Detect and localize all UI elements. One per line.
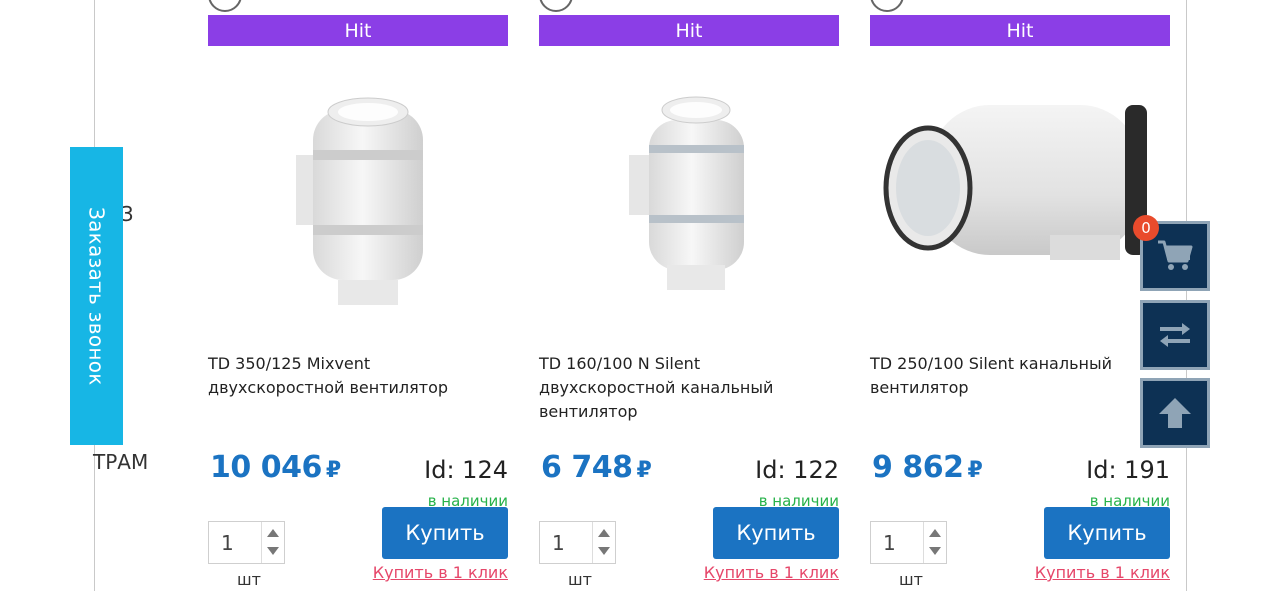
increment-icon[interactable] <box>929 529 941 537</box>
product-id: Id: 124 <box>424 456 508 484</box>
cart-icon <box>1158 240 1193 270</box>
quantity-stepper[interactable]: 1 <box>208 521 285 564</box>
price-value: 9 862 <box>872 450 964 485</box>
product-card: Hit TD 250/100 Silent канальный вентилят… <box>870 0 1170 591</box>
quantity-value[interactable]: 1 <box>883 531 896 555</box>
increment-icon[interactable] <box>267 529 279 537</box>
quantity-value[interactable]: 1 <box>552 531 565 555</box>
compare-button[interactable] <box>1140 300 1210 370</box>
page-border-right <box>1186 0 1187 591</box>
increment-icon[interactable] <box>598 529 610 537</box>
quantity-spinner[interactable] <box>261 522 284 563</box>
sidebar-fragment-bottom: ТРАМ <box>93 450 149 474</box>
quantity-stepper[interactable]: 1 <box>870 521 947 564</box>
quantity-stepper[interactable]: 1 <box>539 521 616 564</box>
buy-one-click-link[interactable]: Купить в 1 клик <box>704 563 839 582</box>
currency-symbol: ₽ <box>636 458 652 483</box>
compare-toggle[interactable] <box>208 0 242 12</box>
product-card: Hit TD 160/100 N Silent двухскоростной к… <box>539 0 839 591</box>
cart-count-badge: 0 <box>1133 215 1159 241</box>
compare-arrows-icon <box>1160 323 1190 347</box>
buy-button[interactable]: Купить <box>1044 507 1170 559</box>
callback-request-tab[interactable]: Заказать звонок <box>70 147 123 445</box>
product-id: Id: 191 <box>1086 456 1170 484</box>
decrement-icon[interactable] <box>598 547 610 555</box>
quantity-unit: шт <box>899 570 923 589</box>
quantity-unit: шт <box>237 570 261 589</box>
product-image[interactable] <box>539 60 839 315</box>
product-title[interactable]: TD 160/100 N Silent двухскоростной канал… <box>539 352 839 424</box>
product-price: 9 862 ₽ <box>872 450 983 485</box>
price-value: 10 046 <box>210 450 322 485</box>
stock-status: в наличии <box>427 492 508 507</box>
quantity-value[interactable]: 1 <box>221 531 234 555</box>
currency-symbol: ₽ <box>325 458 341 483</box>
hit-badge: Hit <box>539 15 839 46</box>
buy-button[interactable]: Купить <box>382 507 508 559</box>
buy-button[interactable]: Купить <box>713 507 839 559</box>
hit-badge: Hit <box>870 15 1170 46</box>
arrow-up-icon <box>1159 398 1191 428</box>
product-price: 10 046 ₽ <box>210 450 341 485</box>
stock-status: в наличии <box>758 492 839 507</box>
product-card: Hit TD 350/125 Mixvent двухскоростной ве… <box>208 0 508 591</box>
stock-status: в наличии <box>1089 492 1170 507</box>
quantity-unit: шт <box>568 570 592 589</box>
quantity-spinner[interactable] <box>592 522 615 563</box>
currency-symbol: ₽ <box>967 458 983 483</box>
product-price: 6 748 ₽ <box>541 450 652 485</box>
scroll-top-button[interactable] <box>1140 378 1210 448</box>
decrement-icon[interactable] <box>267 547 279 555</box>
price-value: 6 748 <box>541 450 633 485</box>
decrement-icon[interactable] <box>929 547 941 555</box>
buy-one-click-link[interactable]: Купить в 1 клик <box>1035 563 1170 582</box>
compare-toggle[interactable] <box>539 0 573 12</box>
product-title[interactable]: TD 250/100 Silent канальный вентилятор <box>870 352 1170 400</box>
product-id: Id: 122 <box>755 456 839 484</box>
callback-label: Заказать звонок <box>84 206 109 386</box>
hit-badge: Hit <box>208 15 508 46</box>
product-image[interactable] <box>208 60 508 315</box>
compare-toggle[interactable] <box>870 0 904 12</box>
buy-one-click-link[interactable]: Купить в 1 клик <box>373 563 508 582</box>
product-title[interactable]: TD 350/125 Mixvent двухскоростной вентил… <box>208 352 508 400</box>
quantity-spinner[interactable] <box>923 522 946 563</box>
product-image[interactable] <box>870 60 1170 315</box>
